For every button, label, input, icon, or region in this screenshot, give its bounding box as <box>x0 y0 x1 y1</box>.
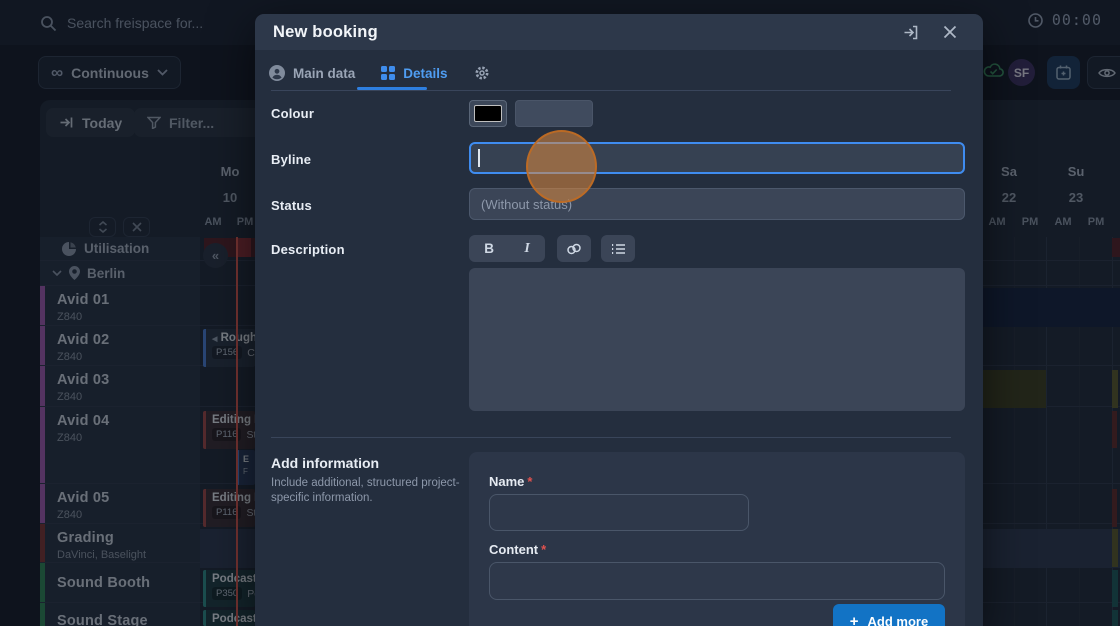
description-textarea[interactable] <box>469 268 965 411</box>
open-in-panel-icon[interactable] <box>902 24 919 41</box>
bullet-list-icon <box>611 243 626 255</box>
add-more-button[interactable]: + Add more <box>833 604 945 626</box>
bold-button[interactable]: B <box>484 241 494 256</box>
content-label-text: Content <box>489 542 538 557</box>
link-button[interactable] <box>557 235 591 262</box>
modal-title: New booking <box>273 23 902 42</box>
divider <box>271 437 951 438</box>
add-information-panel: Name* Content* + Add more <box>469 452 965 626</box>
divider <box>271 90 951 91</box>
colour-swatch-button[interactable] <box>469 100 507 127</box>
required-marker: * <box>541 542 546 557</box>
byline-label: Byline <box>271 152 311 167</box>
click-indicator <box>526 130 597 203</box>
name-label: Name* <box>489 474 532 489</box>
tab-main-data[interactable]: Main data <box>269 65 355 81</box>
add-information-heading: Add information <box>271 455 379 471</box>
new-booking-modal: New booking <box>255 14 983 626</box>
format-group: B I <box>469 235 545 262</box>
modal-header: New booking <box>255 14 983 50</box>
plus-icon: + <box>850 613 859 626</box>
tab-label: Main data <box>293 66 355 81</box>
grid-icon <box>381 66 395 80</box>
tab-label: Details <box>403 66 447 81</box>
colour-swatch <box>474 105 502 122</box>
text-caret <box>478 149 480 167</box>
close-icon[interactable] <box>943 25 957 39</box>
add-information-subtext: Include additional, structured project-s… <box>271 476 461 506</box>
colour-clear-button[interactable] <box>515 100 593 127</box>
gear-icon <box>474 65 490 81</box>
add-more-label: Add more <box>868 614 929 626</box>
modal-tabs: Main data Details <box>269 58 490 88</box>
app-root: 00:00 ∞ Continuous SF <box>0 0 1120 626</box>
description-label: Description <box>271 242 345 257</box>
required-marker: * <box>527 474 532 489</box>
link-icon <box>566 243 582 255</box>
tab-settings[interactable] <box>474 65 490 81</box>
status-label: Status <box>271 198 312 213</box>
name-input[interactable] <box>489 494 749 531</box>
colour-label: Colour <box>271 106 314 121</box>
bullet-list-button[interactable] <box>601 235 635 262</box>
italic-button[interactable]: I <box>524 241 529 257</box>
content-label: Content* <box>489 542 546 557</box>
tab-details[interactable]: Details <box>381 66 447 81</box>
person-icon <box>269 65 285 81</box>
content-input[interactable] <box>489 562 945 600</box>
name-label-text: Name <box>489 474 524 489</box>
